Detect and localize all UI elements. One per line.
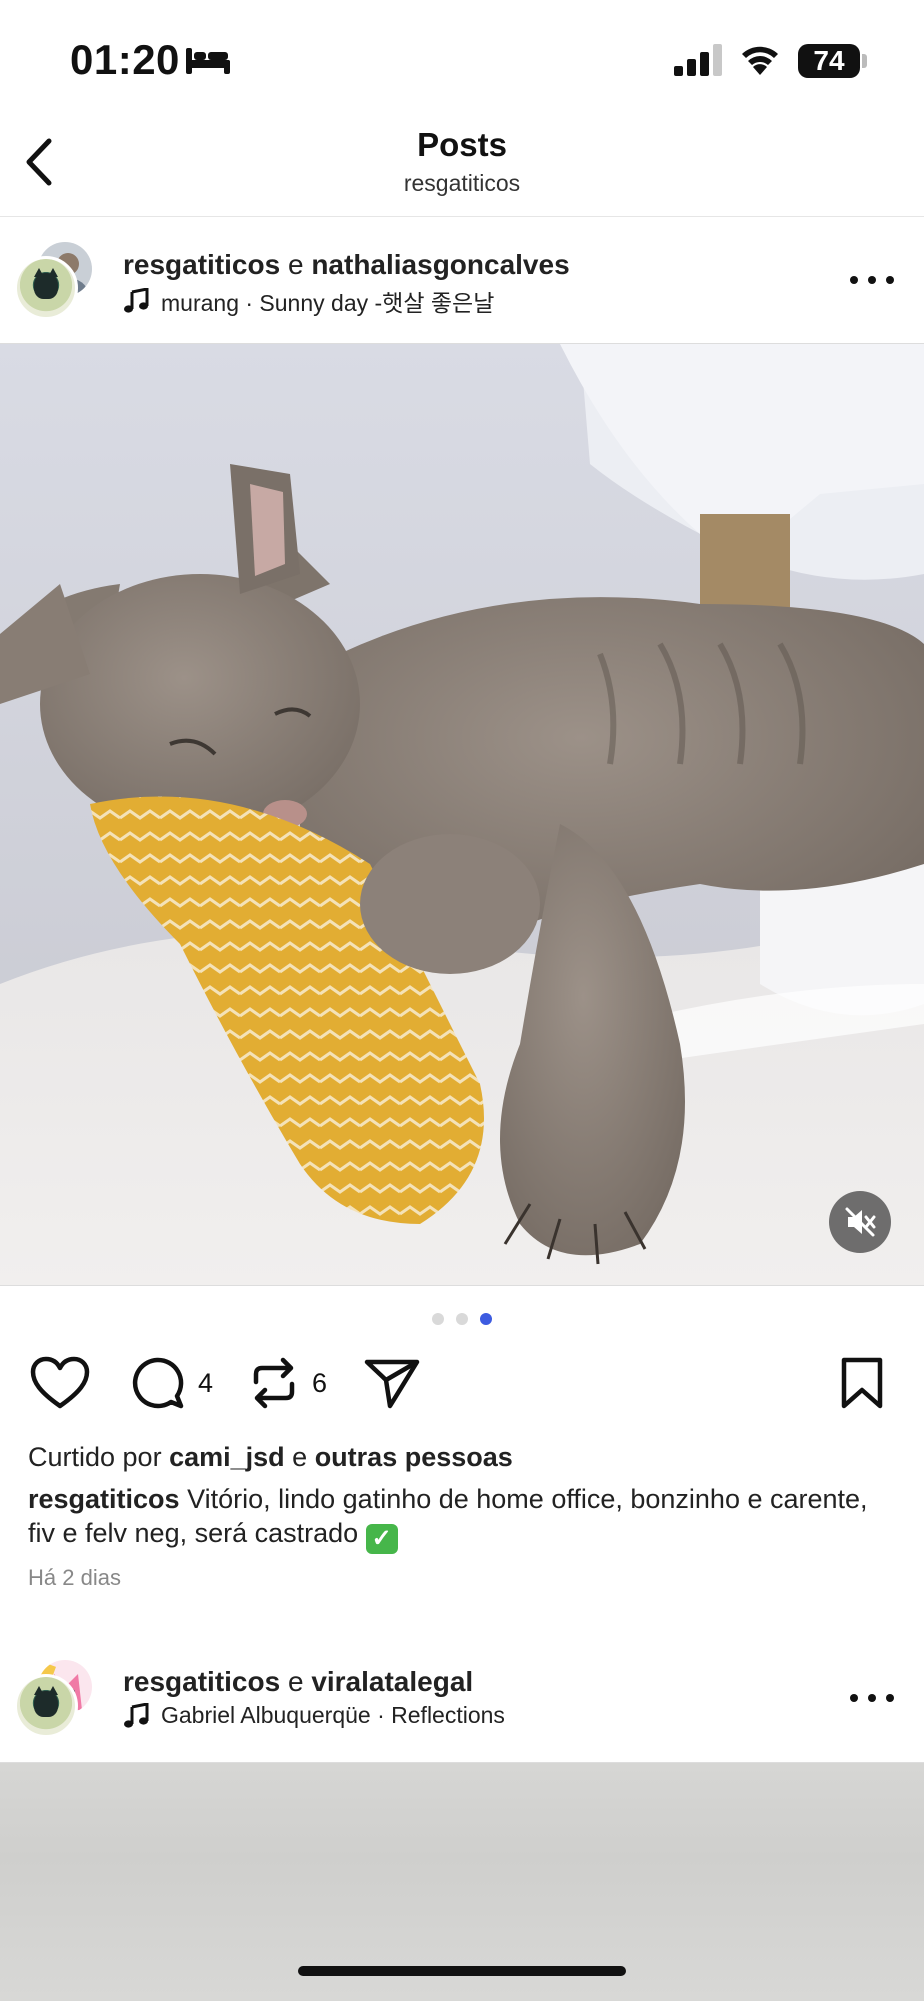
header-divider [0, 216, 924, 217]
post-avatar-group[interactable] [14, 1658, 94, 1738]
music-track: murang · Sunny day -햇살 좋은날 [161, 290, 495, 316]
repost-button[interactable]: 6 [250, 1356, 327, 1410]
post-author[interactable]: resgatiticos [123, 249, 280, 280]
heart-icon [30, 1356, 90, 1409]
cellular-signal-icon [674, 44, 722, 76]
carousel-dot [432, 1313, 444, 1325]
more-dot [886, 1694, 894, 1702]
page-subtitle[interactable]: resgatiticos [0, 170, 924, 197]
bed-icon [186, 48, 230, 74]
repost-icon [253, 1357, 295, 1409]
share-button[interactable] [364, 1356, 420, 1410]
post-collaborator[interactable]: viralatalegal [311, 1666, 473, 1697]
post-usernames[interactable]: resgatiticos e nathaliasgoncalves [123, 249, 570, 281]
author-avatar [14, 1674, 78, 1738]
home-indicator[interactable] [298, 1966, 626, 1976]
author-avatar [14, 256, 78, 320]
liked-by-user[interactable]: cami_jsd [169, 1442, 285, 1472]
liked-by[interactable]: Curtido por cami_jsd e outras pessoas [28, 1442, 513, 1473]
cat-photo [0, 344, 924, 1285]
post-author[interactable]: resgatiticos [123, 1666, 280, 1697]
save-button[interactable] [840, 1356, 884, 1410]
post-music[interactable]: Gabriel Albuquerqüe · Reflections [123, 1702, 505, 1729]
music-note-icon [124, 288, 149, 313]
battery-icon: 74 [798, 44, 860, 78]
battery-level: 74 [813, 45, 845, 76]
repost-count: 6 [312, 1367, 328, 1398]
more-dot [886, 276, 894, 284]
username-connector: e [280, 1666, 312, 1697]
liked-by-others[interactable]: outras pessoas [315, 1442, 513, 1472]
check-mark-emoji: ✓ [365, 1524, 398, 1554]
post-timestamp: Há 2 dias [28, 1565, 121, 1590]
comment-icon [132, 1357, 184, 1409]
mute-button[interactable] [829, 1191, 891, 1253]
more-options-button[interactable] [850, 270, 894, 290]
liked-by-prefix: Curtido por [28, 1442, 170, 1472]
status-time: 01:20 [70, 36, 180, 83]
page-title: Posts [417, 126, 507, 163]
comment-count: 4 [198, 1367, 214, 1398]
post-usernames[interactable]: resgatiticos e viralatalegal [123, 1666, 473, 1698]
speaker-muted-icon [845, 1207, 876, 1237]
like-button[interactable] [30, 1356, 90, 1410]
more-dot [850, 1694, 858, 1702]
battery-tip [862, 54, 867, 68]
more-dot [868, 276, 876, 284]
music-note-icon [124, 1702, 149, 1728]
wifi-icon [742, 46, 778, 75]
carousel-dot [456, 1313, 468, 1325]
send-icon [364, 1359, 420, 1409]
more-options-button[interactable] [850, 1688, 894, 1708]
more-dot [850, 276, 858, 284]
liked-by-connector: e [284, 1442, 315, 1472]
music-track: Gabriel Albuquerqüe · Reflections [161, 1702, 505, 1728]
post-collaborator[interactable]: nathaliasgoncalves [311, 249, 569, 280]
comment-button[interactable]: 4 [130, 1356, 213, 1410]
post-media[interactable] [0, 343, 924, 1286]
caption-username[interactable]: resgatiticos [28, 1484, 180, 1514]
carousel-dot-active [480, 1313, 492, 1325]
post-music[interactable]: murang · Sunny day -햇살 좋은날 [123, 284, 494, 318]
carousel-indicator [432, 1313, 492, 1325]
post-avatar-group[interactable] [14, 240, 94, 320]
more-dot [868, 1694, 876, 1702]
username-connector: e [280, 249, 312, 280]
post-caption: resgatiticos Vitório, lindo gatinho de h… [28, 1482, 898, 1554]
bookmark-icon [841, 1357, 883, 1409]
